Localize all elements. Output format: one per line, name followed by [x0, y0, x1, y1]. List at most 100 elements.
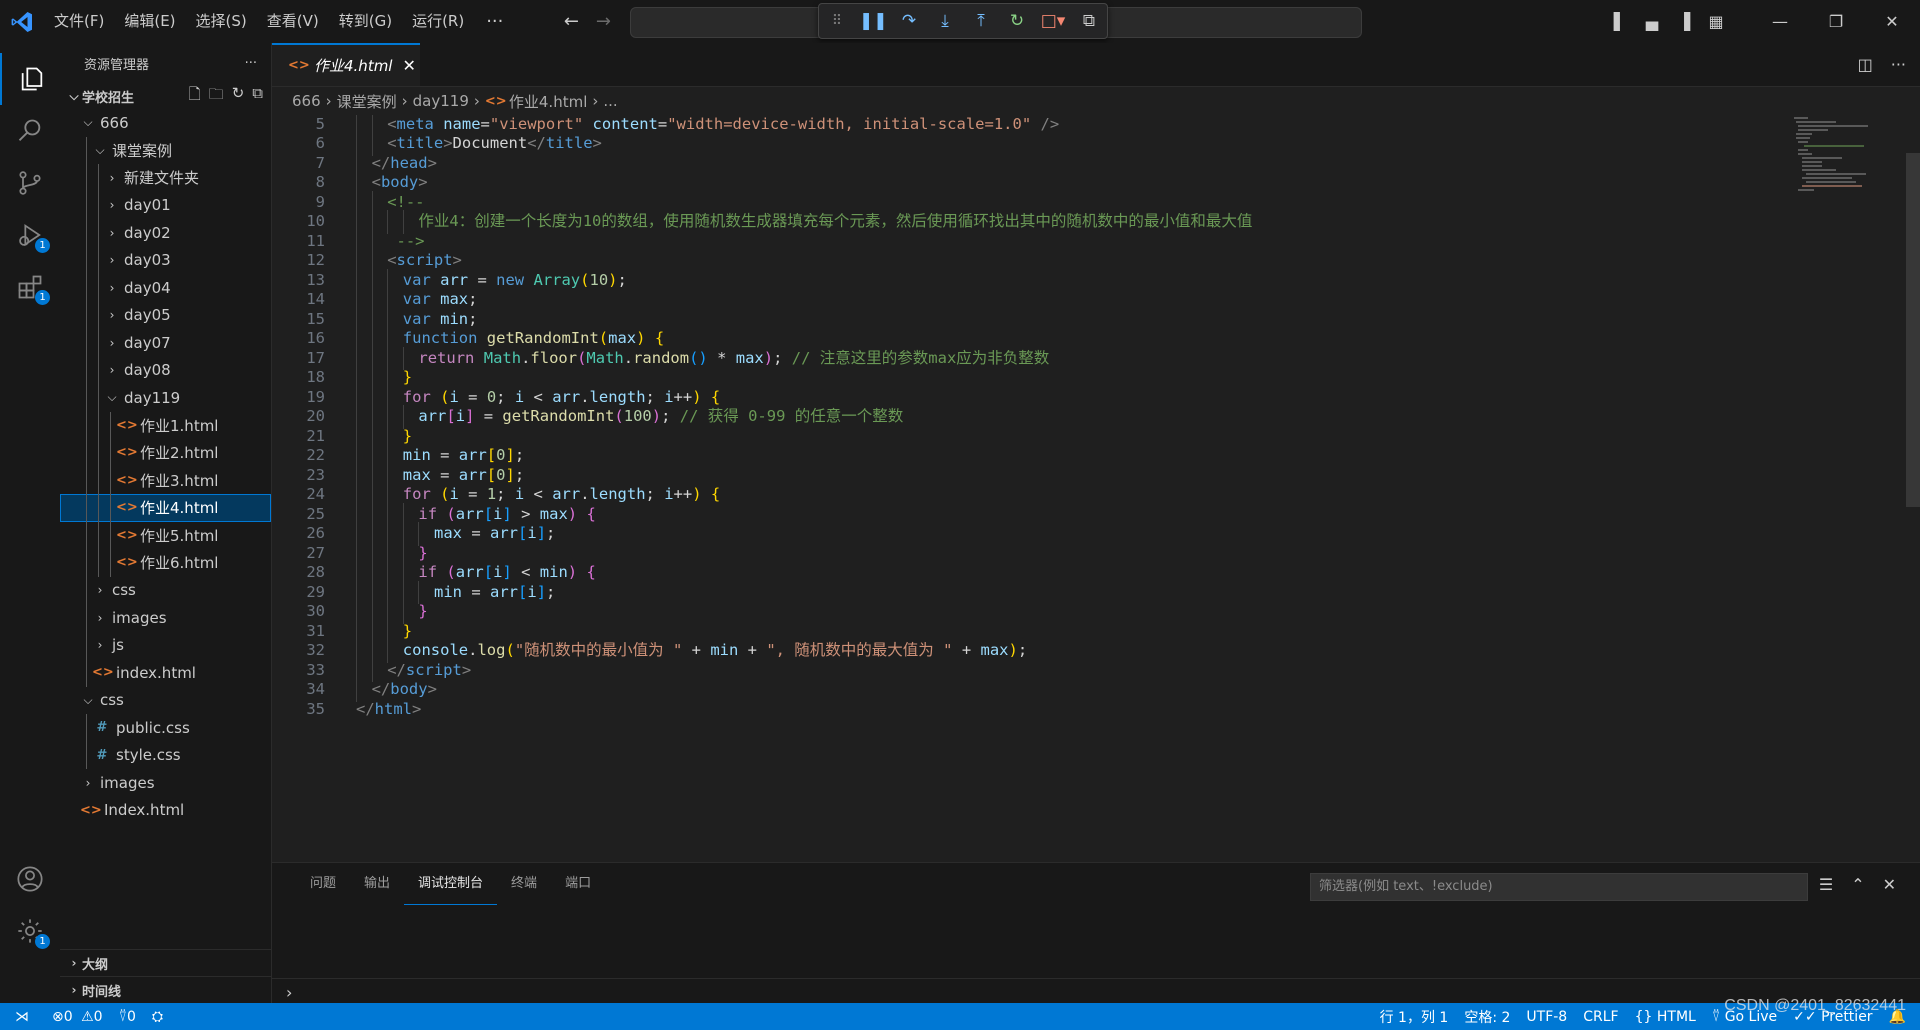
tree-file[interactable]: <> 作业4.html [60, 494, 271, 522]
remote-icon[interactable]: ⋊ [0, 1003, 44, 1030]
menu-item[interactable]: 转到(G) [329, 0, 402, 43]
tree-folder[interactable]: › js [60, 631, 271, 659]
forward-arrow-icon[interactable]: → [587, 11, 619, 32]
problems-status[interactable]: ⊗0 ⚠0 [44, 1009, 111, 1025]
menu-item[interactable]: 运行(R) [402, 0, 474, 43]
minimap[interactable] [1790, 115, 1880, 195]
collapse-all-icon[interactable]: ⧉ [252, 84, 263, 109]
tree-file[interactable]: <> 作业2.html [60, 439, 271, 467]
tree-item-label: index.html [116, 663, 196, 682]
timeline-section[interactable]: › 时间线 [60, 976, 271, 1003]
tree-folder[interactable]: › day01 [60, 191, 271, 219]
breadcrumb-item[interactable]: ... [603, 92, 617, 110]
menu-item[interactable]: 查看(V) [257, 0, 329, 43]
indent-guide [86, 466, 87, 494]
breadcrumb-item[interactable]: day119 [413, 92, 469, 110]
indentation[interactable]: 空格: 2 [1456, 1007, 1518, 1027]
back-arrow-icon[interactable]: ← [555, 11, 587, 32]
toggle-primary-sidebar-icon[interactable]: ▌ [1604, 12, 1636, 31]
tree-folder[interactable]: › images [60, 769, 271, 797]
panel-tab[interactable]: 输出 [350, 863, 404, 905]
new-file-icon[interactable]: 🗋 [189, 84, 201, 109]
code-editor[interactable]: 4<meta charset="UTF-8" />5<meta name="vi… [272, 115, 1920, 861]
explorer-more-icon[interactable]: ··· [245, 56, 257, 71]
editor-scrollbar[interactable] [1906, 153, 1920, 507]
customize-layout-icon[interactable]: ▦ [1700, 12, 1732, 31]
drag-grip-icon[interactable]: ⠿ [823, 13, 851, 29]
tree-folder[interactable]: › 新建文件夹 [60, 164, 271, 192]
tree-folder[interactable]: › day04 [60, 274, 271, 302]
breadcrumb-item[interactable]: 作业4.html [509, 91, 587, 112]
extensions-icon[interactable]: 1 [0, 261, 60, 313]
tree-file[interactable]: <> 作业1.html [60, 411, 271, 439]
tree-folder[interactable]: › day05 [60, 301, 271, 329]
pause-icon[interactable]: ❚❚ [859, 11, 888, 31]
split-editor-icon[interactable]: ◫ [1858, 55, 1873, 74]
tree-folder[interactable]: ⌵ day119 [60, 384, 271, 412]
inspect-icon[interactable]: ⧉ [1075, 11, 1103, 31]
tree-file[interactable]: # public.css [60, 714, 271, 742]
clear-console-icon[interactable]: ☰ [1819, 875, 1833, 894]
new-folder-icon[interactable]: 🗀 [209, 84, 224, 109]
restore-icon[interactable]: ❐ [1808, 12, 1864, 31]
tree-folder[interactable]: ⌵ css [60, 687, 271, 715]
tree-folder[interactable]: › day08 [60, 356, 271, 384]
source-control-icon[interactable] [0, 157, 60, 209]
step-out-icon[interactable]: ⤒ [967, 11, 995, 31]
tree-file[interactable]: <> 作业5.html [60, 521, 271, 549]
stop-icon[interactable]: □▾ [1039, 11, 1067, 31]
tree-file[interactable]: # style.css [60, 741, 271, 769]
menu-more-icon[interactable]: ··· [474, 11, 515, 32]
line-ending[interactable]: CRLF [1575, 1009, 1626, 1025]
ports-status[interactable]: ⍢0 [111, 1009, 144, 1025]
tree-folder[interactable]: ⌵ 课堂案例 [60, 136, 271, 164]
tree-folder[interactable]: ⌵ 666 [60, 109, 271, 137]
step-over-icon[interactable]: ↷ [895, 11, 923, 31]
tree-file[interactable]: <> Index.html [60, 797, 271, 825]
tree-file[interactable]: <> index.html [60, 659, 271, 687]
minimize-icon[interactable]: — [1752, 12, 1808, 31]
menu-item[interactable]: 文件(F) [44, 0, 114, 43]
console-filter-input[interactable]: 筛选器(例如 text、!exclude) [1310, 873, 1808, 901]
account-icon[interactable] [0, 853, 60, 905]
language-mode[interactable]: {} HTML [1627, 1009, 1704, 1025]
restart-icon[interactable]: ↻ [1003, 11, 1031, 31]
toggle-secondary-sidebar-icon[interactable]: ▐ [1668, 12, 1700, 31]
menu-item[interactable]: 选择(S) [186, 0, 257, 43]
encoding[interactable]: UTF-8 [1518, 1009, 1575, 1025]
breadcrumb-item[interactable]: 课堂案例 [337, 91, 397, 112]
menu-item[interactable]: 编辑(E) [114, 0, 185, 43]
tree-folder[interactable]: › images [60, 604, 271, 632]
tree-folder[interactable]: › day07 [60, 329, 271, 357]
search-icon[interactable] [0, 105, 60, 157]
step-into-icon[interactable]: ⤓ [931, 11, 959, 31]
panel-tab[interactable]: 终端 [497, 863, 551, 905]
panel-tab[interactable]: 端口 [551, 863, 605, 905]
tab-close-icon[interactable]: ✕ [402, 56, 415, 75]
tree-file[interactable]: <> 作业6.html [60, 549, 271, 577]
close-panel-icon[interactable]: ✕ [1883, 875, 1896, 894]
toggle-panel-icon[interactable]: ▄ [1636, 12, 1668, 31]
close-window-icon[interactable]: ✕ [1864, 12, 1920, 31]
panel-tab[interactable]: 问题 [296, 863, 350, 905]
tree-folder[interactable]: › css [60, 576, 271, 604]
run-debug-icon[interactable]: 1 [0, 209, 60, 261]
tree-folder[interactable]: › day03 [60, 246, 271, 274]
editor-more-icon[interactable]: ··· [1891, 55, 1906, 74]
repl-input[interactable]: › [272, 978, 1920, 1005]
workspace-root[interactable]: ⌵ 学校招生 🗋 🗀 ↻ ⧉ [60, 83, 271, 109]
code-token: for [402, 485, 431, 503]
code-token: ( [598, 329, 609, 347]
cursor-position[interactable]: 行 1，列 1 [1372, 1007, 1457, 1027]
panel-tab[interactable]: 调试控制台 [404, 863, 498, 905]
explorer-icon[interactable] [0, 53, 62, 105]
settings-gear-icon[interactable]: 1 [0, 905, 60, 957]
refresh-icon[interactable]: ↻ [232, 84, 245, 109]
tree-folder[interactable]: › day02 [60, 219, 271, 247]
tab-active-file[interactable]: <> 作业4.html ✕ [272, 43, 420, 86]
maximize-panel-icon[interactable]: ⌃ [1851, 875, 1864, 894]
outline-section[interactable]: › 大纲 [60, 949, 271, 976]
breadcrumb-item[interactable]: 666 [292, 92, 321, 110]
tree-file[interactable]: <> 作业3.html [60, 466, 271, 494]
debug-status-icon[interactable]: ⛭ [144, 1009, 171, 1025]
